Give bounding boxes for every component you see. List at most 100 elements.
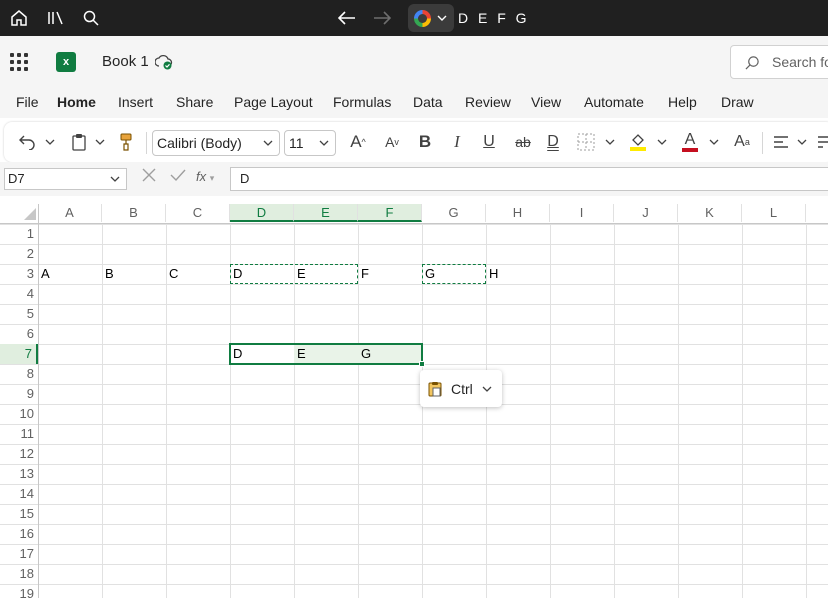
tab-share[interactable]: Share — [176, 94, 213, 110]
site-identity-button[interactable] — [408, 4, 454, 32]
undo-dropdown-chevron-icon[interactable] — [42, 122, 58, 162]
cell-f7[interactable]: G — [358, 344, 371, 364]
column-header-c[interactable]: C — [166, 204, 230, 222]
row-header-5[interactable]: 5 — [0, 304, 38, 324]
back-arrow-icon[interactable] — [337, 0, 357, 36]
workbook-title[interactable]: Book 1 — [102, 53, 149, 70]
tab-page-layout[interactable]: Page Layout — [234, 94, 313, 110]
column-header-l[interactable]: L — [742, 204, 806, 222]
name-box[interactable]: D7 — [4, 168, 127, 190]
column-header-j[interactable]: J — [614, 204, 678, 222]
borders-dropdown-chevron-icon[interactable] — [602, 122, 618, 162]
cell-d7[interactable]: D — [230, 344, 242, 364]
font-color-swatch — [682, 148, 698, 152]
row-header-15[interactable]: 15 — [0, 504, 38, 524]
app-header: x Book 1 Search fo — [0, 36, 828, 90]
column-header-d[interactable]: D — [230, 204, 294, 222]
row-header-4[interactable]: 4 — [0, 284, 38, 304]
row-header-8[interactable]: 8 — [0, 364, 38, 384]
confirm-icon[interactable] — [170, 168, 186, 185]
borders-icon[interactable] — [574, 122, 598, 162]
row-header-1[interactable]: 1 — [0, 224, 38, 244]
tab-formulas[interactable]: Formulas — [333, 94, 391, 110]
tab-automate[interactable]: Automate — [584, 94, 644, 110]
column-header-k[interactable]: K — [678, 204, 742, 222]
search-box[interactable]: Search fo — [730, 45, 828, 79]
paste-options-button[interactable]: Ctrl — [420, 370, 502, 407]
wrap-text-icon[interactable] — [816, 122, 828, 162]
cell-g3[interactable]: G — [422, 264, 435, 284]
row-header-9[interactable]: 9 — [0, 384, 38, 404]
row-header-11[interactable]: 11 — [0, 424, 38, 444]
spreadsheet-grid[interactable]: A B C D E F G H I J K L 1 2 3 4 5 6 7 8 … — [0, 196, 828, 601]
row-header-16[interactable]: 16 — [0, 524, 38, 544]
tab-data[interactable]: Data — [413, 94, 443, 110]
tab-review[interactable]: Review — [465, 94, 511, 110]
double-underline-button[interactable]: D — [542, 122, 564, 162]
font-size-select[interactable]: 11 — [284, 130, 336, 156]
column-header-b[interactable]: B — [102, 204, 166, 222]
increase-font-size-button[interactable]: A ^ — [346, 122, 370, 162]
cell-c3[interactable]: C — [166, 264, 178, 284]
cloud-saved-icon[interactable] — [154, 54, 173, 70]
cell-e7[interactable]: E — [294, 344, 306, 364]
undo-icon[interactable] — [16, 122, 38, 162]
font-color-dropdown-chevron-icon[interactable] — [706, 122, 722, 162]
library-icon[interactable] — [46, 0, 66, 36]
row-header-3[interactable]: 3 — [0, 264, 38, 284]
paste-icon[interactable] — [68, 122, 90, 162]
bold-button[interactable]: B — [414, 122, 436, 162]
column-header-e[interactable]: E — [294, 204, 358, 222]
row-header-7[interactable]: 7 — [0, 344, 38, 364]
fill-handle[interactable] — [419, 361, 425, 367]
row-header-13[interactable]: 13 — [0, 464, 38, 484]
app-launcher-icon[interactable] — [10, 53, 28, 71]
address-text[interactable]: D E F G — [458, 0, 530, 36]
cell-b3[interactable]: B — [102, 264, 114, 284]
search-icon[interactable] — [82, 0, 100, 36]
row-header-19[interactable]: 19 — [0, 584, 38, 604]
home-icon[interactable] — [8, 0, 30, 36]
row-header-17[interactable]: 17 — [0, 544, 38, 564]
row-header-2[interactable]: 2 — [0, 244, 38, 264]
font-color-button[interactable]: A — [678, 122, 702, 162]
row-header-12[interactable]: 12 — [0, 444, 38, 464]
row-header-18[interactable]: 18 — [0, 564, 38, 584]
paste-dropdown-chevron-icon[interactable] — [92, 122, 108, 162]
align-dropdown-chevron-icon[interactable] — [794, 122, 810, 162]
italic-button[interactable]: I — [446, 122, 468, 162]
fill-color-icon[interactable] — [626, 122, 650, 162]
tab-help[interactable]: Help — [668, 94, 697, 110]
cell-e3[interactable]: E — [294, 264, 306, 284]
cell-a3[interactable]: A — [38, 264, 50, 284]
excel-logo-icon[interactable]: x — [56, 52, 76, 72]
column-header-g[interactable]: G — [422, 204, 486, 222]
decrease-font-size-button[interactable]: Av — [380, 122, 404, 162]
row-header-6[interactable]: 6 — [0, 324, 38, 344]
row-header-10[interactable]: 10 — [0, 404, 38, 424]
cell-h3[interactable]: H — [486, 264, 498, 284]
underline-button[interactable]: U — [478, 122, 500, 162]
cell-f3[interactable]: F — [358, 264, 369, 284]
column-header-a[interactable]: A — [38, 204, 102, 222]
cell-d3[interactable]: D — [230, 264, 242, 284]
tab-draw[interactable]: Draw — [721, 94, 754, 110]
align-left-icon[interactable] — [770, 122, 792, 162]
font-name-select[interactable]: Calibri (Body) — [152, 130, 280, 156]
fill-color-dropdown-chevron-icon[interactable] — [654, 122, 670, 162]
column-header-h[interactable]: H — [486, 204, 550, 222]
tab-file[interactable]: File — [16, 94, 39, 110]
row-header-14[interactable]: 14 — [0, 484, 38, 504]
column-header-f[interactable]: F — [358, 204, 422, 222]
column-header-i[interactable]: I — [550, 204, 614, 222]
select-all-corner[interactable] — [24, 208, 36, 220]
formula-input[interactable]: D — [230, 167, 828, 191]
format-painter-icon[interactable] — [116, 122, 136, 162]
cancel-icon[interactable] — [142, 168, 156, 187]
insert-function-button[interactable]: fx ▾ — [196, 169, 214, 184]
cell-styles-button[interactable]: Aa — [730, 122, 754, 162]
tab-home[interactable]: Home — [57, 94, 96, 110]
tab-view[interactable]: View — [531, 94, 561, 110]
tab-insert[interactable]: Insert — [118, 94, 153, 110]
strikethrough-button[interactable]: ab — [510, 122, 536, 162]
